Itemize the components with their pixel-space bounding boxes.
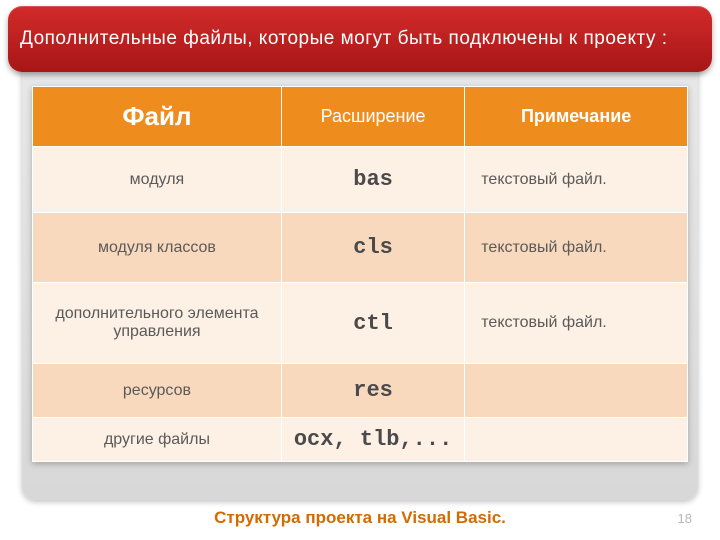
- cell-note: текстовый файл.: [465, 213, 688, 283]
- table-row: дополнительного элемента управления ctl …: [33, 283, 688, 364]
- page-number: 18: [678, 511, 692, 526]
- footer-title: Структура проекта на Visual Basic.: [0, 508, 720, 528]
- title-bar: Дополнительные файлы, которые могут быть…: [8, 6, 712, 72]
- cell-file: дополнительного элемента управления: [33, 283, 282, 364]
- cell-extension: cls: [281, 213, 464, 283]
- cell-file: другие файлы: [33, 418, 282, 462]
- table-row: модуля классов cls текстовый файл.: [33, 213, 688, 283]
- cell-note: [465, 364, 688, 418]
- cell-extension: res: [281, 364, 464, 418]
- table-row: другие файлы ocx, tlb,...: [33, 418, 688, 462]
- cell-note: текстовый файл.: [465, 283, 688, 364]
- cell-extension: bas: [281, 147, 464, 213]
- header-note: Примечание: [465, 87, 688, 147]
- header-file: Файл: [33, 87, 282, 147]
- cell-note: текстовый файл.: [465, 147, 688, 213]
- cell-extension: ctl: [281, 283, 464, 364]
- files-table: Файл Расширение Примечание модуля bas те…: [32, 86, 688, 462]
- cell-file: модуля классов: [33, 213, 282, 283]
- slide-title: Дополнительные файлы, которые могут быть…: [20, 28, 668, 50]
- table-row: модуля bas текстовый файл.: [33, 147, 688, 213]
- cell-file: ресурсов: [33, 364, 282, 418]
- files-table-container: Файл Расширение Примечание модуля bas те…: [32, 86, 688, 462]
- cell-note: [465, 418, 688, 462]
- cell-extension: ocx, tlb,...: [281, 418, 464, 462]
- header-extension: Расширение: [281, 87, 464, 147]
- table-row: ресурсов res: [33, 364, 688, 418]
- cell-file: модуля: [33, 147, 282, 213]
